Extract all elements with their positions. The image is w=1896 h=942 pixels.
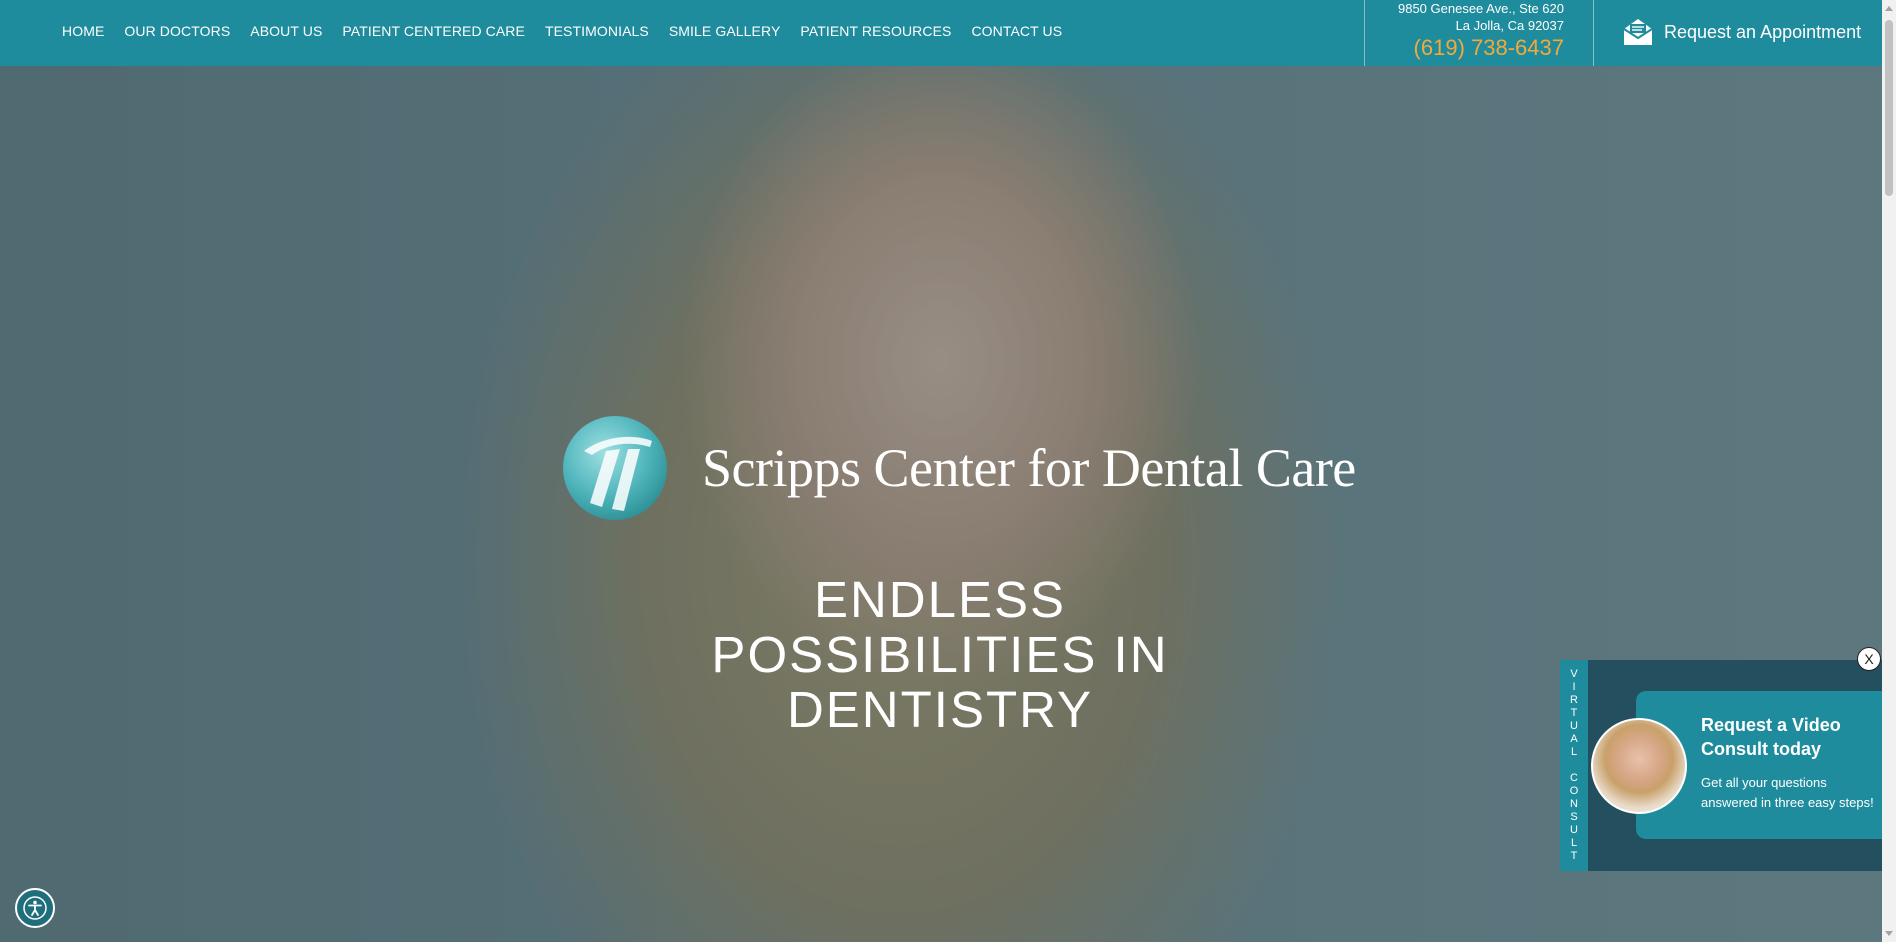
nav-our-doctors[interactable]: OUR DOCTORS xyxy=(124,23,230,39)
nav-patient-resources[interactable]: PATIENT RESOURCES xyxy=(800,23,951,39)
accessibility-icon xyxy=(23,896,47,920)
consult-avatar xyxy=(1591,718,1687,814)
scroll-down-icon[interactable] xyxy=(1885,931,1893,936)
request-appointment-label: Request an Appointment xyxy=(1664,21,1862,42)
request-appointment-button[interactable]: Request an Appointment xyxy=(1622,12,1861,52)
hero-headline: ENDLESS POSSIBILITIES IN DENTISTRY xyxy=(690,572,1190,737)
tab-letter: S xyxy=(1570,811,1578,823)
close-popup-button[interactable]: X xyxy=(1857,647,1881,671)
scroll-up-icon[interactable] xyxy=(1885,6,1893,11)
nav-home[interactable]: HOME xyxy=(62,23,104,39)
main-nav: HOME OUR DOCTORS ABOUT US PATIENT CENTER… xyxy=(62,0,1082,62)
nav-smile-gallery[interactable]: SMILE GALLERY xyxy=(669,23,781,39)
tab-letter: T xyxy=(1570,850,1578,862)
envelope-icon xyxy=(1623,19,1653,45)
header-divider xyxy=(1593,0,1594,66)
tab-letter: U xyxy=(1570,720,1578,732)
accessibility-button[interactable] xyxy=(15,888,55,928)
tab-letter: N xyxy=(1570,798,1578,810)
tab-letter: L xyxy=(1570,746,1578,758)
nav-about-us[interactable]: ABOUT US xyxy=(250,23,322,39)
tab-letter: R xyxy=(1570,694,1578,706)
logo-mark-icon xyxy=(563,416,667,520)
tab-letter: I xyxy=(1572,681,1576,693)
brand-logo: Scripps Center for Dental Care xyxy=(562,415,1356,521)
nav-contact-us[interactable]: CONTACT US xyxy=(971,23,1062,39)
virtual-consult-tab[interactable]: V I R T U A L C O N S U L T xyxy=(1560,660,1588,871)
page-scrollbar[interactable] xyxy=(1882,0,1896,942)
consult-title[interactable]: Request a Video Consult today xyxy=(1701,713,1871,761)
top-navigation-bar: HOME OUR DOCTORS ABOUT US PATIENT CENTER… xyxy=(0,0,1882,66)
nav-testimonials[interactable]: TESTIMONIALS xyxy=(545,23,649,39)
tab-letter: A xyxy=(1570,733,1578,745)
brand-name: Scripps Center for Dental Care xyxy=(702,438,1356,498)
tab-letter: C xyxy=(1570,772,1578,784)
nav-patient-centered-care[interactable]: PATIENT CENTERED CARE xyxy=(342,23,525,39)
headline-line: ENDLESS xyxy=(813,571,1067,628)
consult-subtitle: Get all your questions answered in three… xyxy=(1701,775,1874,810)
tab-letter: O xyxy=(1569,785,1579,797)
tab-letter: V xyxy=(1570,668,1578,680)
headline-line: POSSIBILITIES IN xyxy=(711,626,1169,683)
office-address: 9850 Genesee Ave., Ste 620 La Jolla, Ca … xyxy=(1344,0,1564,62)
tab-letter: T xyxy=(1570,707,1578,719)
tab-letter: L xyxy=(1570,837,1578,849)
virtual-consult-popup[interactable]: V I R T U A L C O N S U L T Request a Vi… xyxy=(1560,660,1882,871)
phone-link[interactable]: (619) 738-6437 xyxy=(1344,34,1564,62)
address-line-2: La Jolla, Ca 92037 xyxy=(1455,18,1564,33)
headline-line: DENTISTRY xyxy=(786,681,1094,738)
scrollbar-thumb[interactable] xyxy=(1885,20,1893,196)
tab-letter: U xyxy=(1570,824,1578,836)
address-line-1: 9850 Genesee Ave., Ste 620 xyxy=(1397,1,1564,16)
